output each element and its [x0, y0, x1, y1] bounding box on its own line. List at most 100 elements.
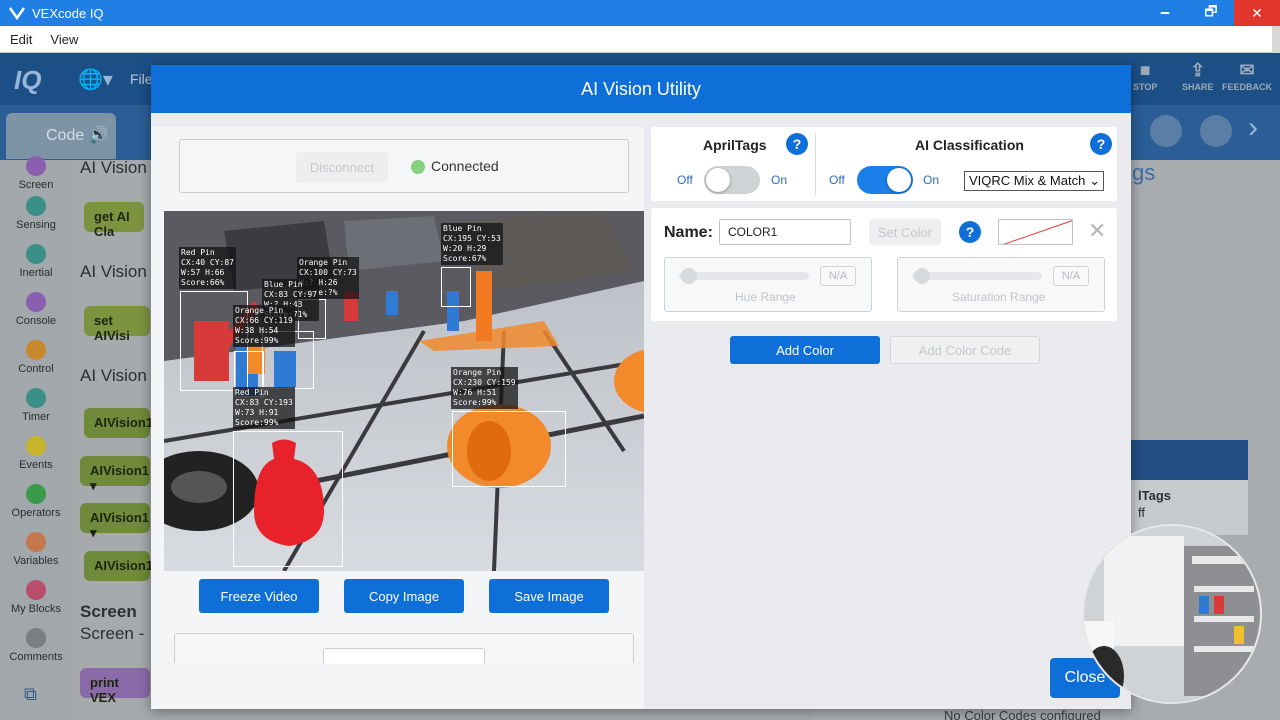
freeze-video-button[interactable]: Freeze Video [199, 579, 319, 613]
category-variables[interactable]: Variables [0, 532, 72, 567]
file-menu[interactable]: File [130, 71, 153, 87]
category-label: Screen [18, 179, 54, 191]
hue-slider-track[interactable] [679, 272, 809, 280]
camera-feed[interactable]: Red Pin CX:40 CY:87 W:57 H:66 Score:66% … [164, 211, 644, 571]
category-dot [26, 244, 46, 264]
ai-classification-toggle[interactable] [857, 166, 913, 194]
divider [815, 133, 816, 195]
saturation-slider-handle[interactable] [914, 268, 930, 284]
block-set-ai-vision[interactable]: set AIVisi [84, 306, 150, 343]
category-dot [26, 292, 46, 312]
category-label: Console [15, 315, 57, 327]
category-label: Control [18, 363, 54, 375]
extensions-icon[interactable]: ⧉ [24, 684, 37, 705]
set-color-button[interactable]: Set Color [869, 219, 941, 245]
menu-edit[interactable]: Edit [10, 32, 32, 47]
tags-heading: gs [1132, 160, 1156, 185]
palette-heading: AI Vision [80, 158, 147, 177]
apriltags-help-icon[interactable]: ? [786, 133, 808, 155]
globe-icon[interactable]: 🌐▾ [78, 67, 113, 92]
add-color-code-button[interactable]: Add Color Code [890, 336, 1040, 364]
menu-bar: Edit View [0, 26, 1280, 53]
color-name-input[interactable]: COLOR1 [719, 219, 851, 245]
category-events[interactable]: Events [0, 436, 72, 471]
block-aivision[interactable]: AIVision1 [84, 408, 153, 438]
toggle-knob [706, 168, 730, 192]
disconnect-button[interactable]: Disconnect [296, 152, 388, 182]
category-dot [26, 196, 46, 216]
palette-heading: AI Vision [80, 262, 147, 281]
save-image-button[interactable]: Save Image [489, 579, 609, 613]
help-icon[interactable] [1200, 115, 1232, 147]
apriltags-on-label: On [771, 173, 788, 187]
category-label: Operators [11, 507, 61, 519]
chevron-right-icon[interactable]: › [1248, 111, 1258, 145]
add-color-button[interactable]: Add Color [730, 336, 880, 364]
block-get-ai-classification[interactable]: get AI Cla [84, 202, 144, 239]
block-aivision-dropdown[interactable]: AIVision1 ▾ [80, 456, 150, 493]
hue-slider-handle[interactable] [681, 268, 697, 284]
apriltags-off-label: Off [677, 173, 693, 187]
category-dot [26, 436, 46, 456]
category-dot [26, 484, 46, 504]
category-dot [26, 580, 46, 600]
block-aivision-dropdown[interactable]: AIVision1 ▾ [80, 503, 150, 540]
category-dot [26, 156, 46, 176]
saturation-value: N/A [1053, 266, 1089, 286]
close-window-button[interactable]: ✕ [1234, 0, 1280, 26]
webcam-overlay [1082, 524, 1262, 704]
category-console[interactable]: Console [0, 292, 72, 327]
feedback-label: FEEDBACK [1222, 82, 1273, 92]
category-label: Inertial [19, 267, 53, 279]
category-operators[interactable]: Operators [0, 484, 72, 519]
title-bar: VEXcode IQ 🗕 🗗 ✕ [0, 0, 1280, 26]
category-timer[interactable]: Timer [0, 388, 72, 423]
share-button[interactable]: ⇪ SHARE [1182, 60, 1214, 92]
vexcode-logo-icon [8, 7, 26, 21]
menu-view[interactable]: View [50, 32, 78, 47]
hue-range-box: N/A Hue Range [664, 257, 872, 312]
device-card-text2: ff [1138, 505, 1145, 520]
color-config-panel: Name: COLOR1 Set Color ? ✕ N/A Hue Range… [651, 208, 1117, 321]
lower-settings-field[interactable] [323, 648, 485, 664]
category-dot [26, 628, 46, 648]
color-swatch[interactable] [998, 219, 1073, 245]
apriltags-toggle[interactable] [704, 166, 760, 194]
ai-classification-on-label: On [923, 173, 940, 187]
category-label: Timer [22, 411, 50, 423]
category-my-blocks[interactable]: My Blocks [0, 580, 72, 615]
app-root: VEXcode IQ 🗕 🗗 ✕ Edit View IQ 🌐▾ File ■ … [0, 0, 1280, 720]
copy-image-button[interactable]: Copy Image [344, 579, 464, 613]
minimize-button[interactable]: 🗕 [1142, 0, 1188, 26]
dashboard-icon[interactable] [1150, 115, 1182, 147]
category-dot [26, 388, 46, 408]
color-help-icon[interactable]: ? [959, 221, 981, 243]
category-label: Events [19, 459, 53, 471]
device-card-text: lTags [1138, 488, 1171, 503]
delete-color-icon[interactable]: ✕ [1088, 218, 1106, 244]
category-comments[interactable]: Comments [0, 628, 72, 663]
saturation-slider-track[interactable] [912, 272, 1042, 280]
category-screen[interactable]: Screen [0, 156, 72, 191]
palette-heading: Screen - [80, 624, 145, 643]
model-select[interactable]: VIQRC Mix & Match ⌄ [964, 171, 1104, 191]
toggle-knob [887, 168, 911, 192]
ai-classification-help-icon[interactable]: ? [1090, 133, 1112, 155]
block-aivision[interactable]: AIVision1 [84, 551, 153, 581]
detection-label: Blue Pin CX:195 CY:53 W:20 H:29 Score:67… [441, 223, 503, 265]
category-control[interactable]: Control [0, 340, 72, 375]
maximize-button[interactable]: 🗗 [1188, 0, 1234, 26]
menubar-scrollbar[interactable] [1272, 26, 1280, 53]
stop-button[interactable]: ■ STOP [1133, 60, 1157, 92]
ai-classification-title: AI Classification [915, 137, 1024, 153]
code-tab[interactable]: Code 🔊 [6, 113, 116, 159]
no-color-codes-text: No Color Codes configured [944, 708, 1101, 720]
feedback-button[interactable]: ✉ FEEDBACK [1222, 60, 1272, 92]
block-print[interactable]: print VEX [80, 668, 150, 705]
category-inertial[interactable]: Inertial [0, 244, 72, 279]
hue-value: N/A [820, 266, 856, 286]
connection-status: Connected [431, 158, 499, 174]
category-sensing[interactable]: Sensing [0, 196, 72, 231]
category-label: Variables [13, 555, 59, 567]
category-label: Sensing [16, 219, 56, 231]
